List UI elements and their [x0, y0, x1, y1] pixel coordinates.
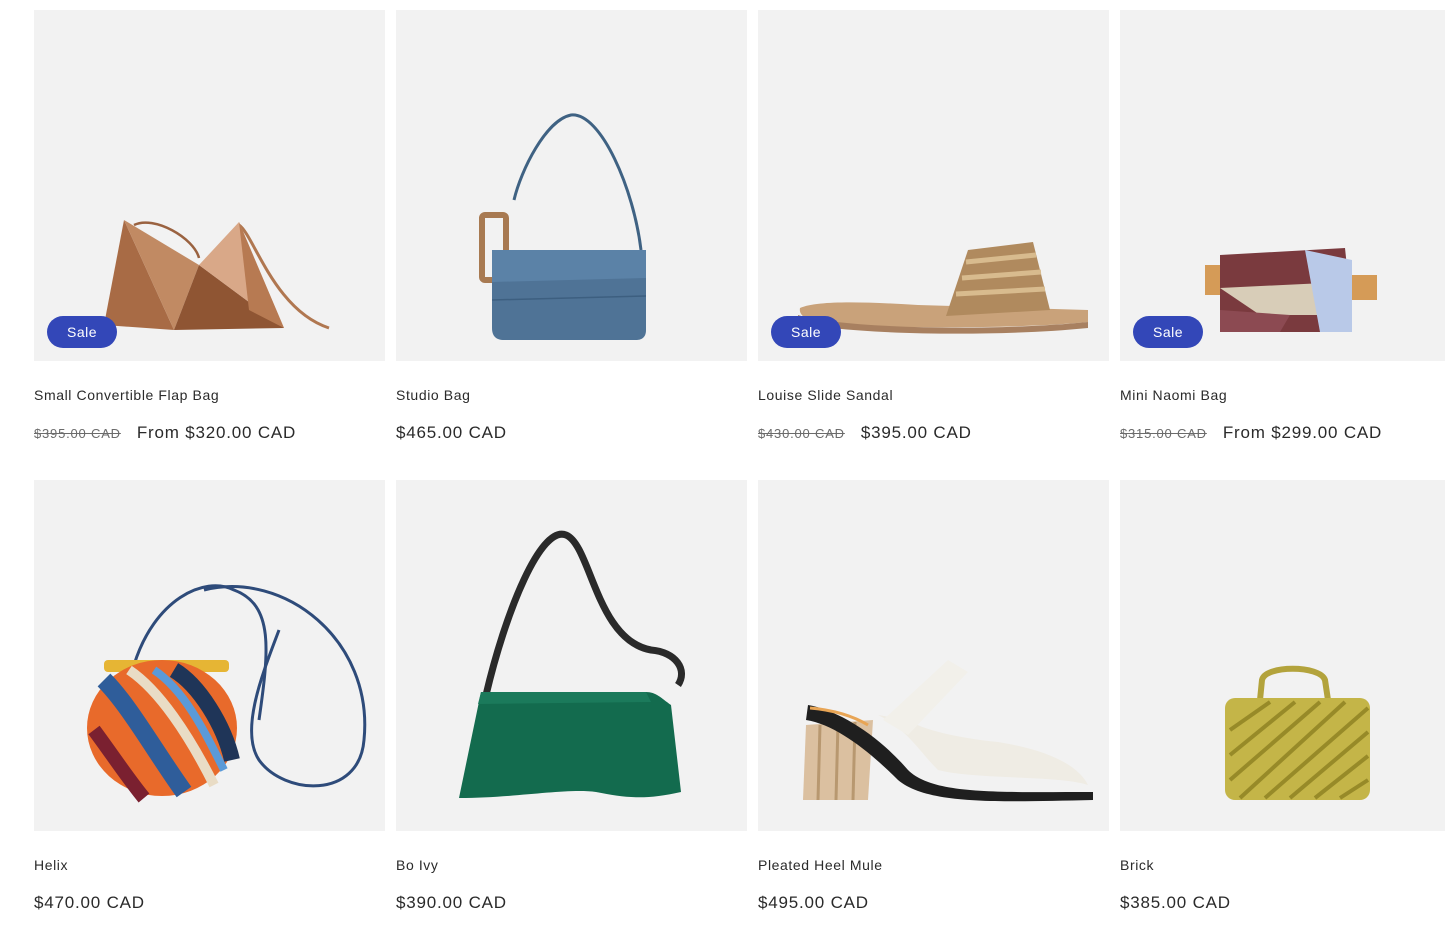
quilted-handbag-icon — [1225, 665, 1370, 800]
product-image[interactable]: Sale — [34, 10, 385, 361]
product-image[interactable] — [758, 480, 1109, 831]
product-price-row: $470.00 CAD — [34, 893, 385, 913]
compare-at-price: $395.00 CAD — [34, 426, 121, 441]
sale-badge: Sale — [47, 316, 117, 348]
product-image[interactable] — [1120, 480, 1445, 831]
product-price-row: $390.00 CAD — [396, 893, 747, 913]
product-card[interactable]: Pleated Heel Mule $495.00 CAD — [758, 480, 1109, 950]
product-card[interactable]: Studio Bag $465.00 CAD — [396, 10, 747, 480]
product-price-row: $395.00 CAD From $320.00 CAD — [34, 423, 385, 443]
regular-price: $390.00 CAD — [396, 893, 507, 912]
product-image[interactable] — [396, 10, 747, 361]
product-title[interactable]: Small Convertible Flap Bag — [34, 387, 385, 405]
regular-price: $465.00 CAD — [396, 423, 507, 442]
product-title[interactable]: Mini Naomi Bag — [1120, 387, 1445, 405]
regular-price: $385.00 CAD — [1120, 893, 1231, 912]
product-title[interactable]: Helix — [34, 857, 385, 875]
product-price-row: $495.00 CAD — [758, 893, 1109, 913]
product-card[interactable]: Helix $470.00 CAD — [34, 480, 385, 950]
product-image[interactable]: Sale — [758, 10, 1109, 361]
slide-sandal-icon — [798, 242, 1088, 334]
product-image[interactable] — [34, 480, 385, 831]
colorblock-belt-bag-icon — [1205, 248, 1377, 332]
product-title[interactable]: Bo Ivy — [396, 857, 747, 875]
product-price-row: $430.00 CAD $395.00 CAD — [758, 423, 1109, 443]
striped-round-bag-icon — [87, 584, 367, 803]
regular-price: $495.00 CAD — [758, 893, 869, 912]
product-title[interactable]: Studio Bag — [396, 387, 747, 405]
product-card[interactable]: Sale Small Convertible Flap Bag $395.00 … — [34, 10, 385, 480]
sale-badge: Sale — [1133, 316, 1203, 348]
product-price-row: $385.00 CAD — [1120, 893, 1445, 913]
product-image[interactable]: Sale — [1120, 10, 1445, 361]
origami-triangle-bag-icon — [104, 220, 330, 330]
product-card[interactable]: Bo Ivy $390.00 CAD — [396, 480, 747, 950]
pleated-heel-mule-icon — [803, 660, 1093, 802]
sale-badge: Sale — [771, 316, 841, 348]
product-price-row: $465.00 CAD — [396, 423, 747, 443]
product-grid: Sale Small Convertible Flap Bag $395.00 … — [34, 10, 1445, 950]
sale-price: From $299.00 CAD — [1222, 423, 1383, 442]
product-price-row: $315.00 CAD From $299.00 CAD — [1120, 423, 1445, 443]
compare-at-price: $315.00 CAD — [1120, 426, 1207, 441]
product-image[interactable] — [396, 480, 747, 831]
product-title[interactable]: Pleated Heel Mule — [758, 857, 1109, 875]
regular-price: $470.00 CAD — [34, 893, 145, 912]
product-title[interactable]: Louise Slide Sandal — [758, 387, 1109, 405]
sale-price: $395.00 CAD — [860, 423, 972, 442]
compare-at-price: $430.00 CAD — [758, 426, 845, 441]
product-card[interactable]: Sale Louise Slide Sandal $430.00 CAD $395… — [758, 10, 1109, 480]
green-shoulder-bag-icon — [459, 530, 685, 798]
product-title[interactable]: Brick — [1120, 857, 1445, 875]
product-card[interactable]: Sale Mini Naomi Bag $315.00 CAD From $299… — [1120, 10, 1445, 480]
product-card[interactable]: Brick $385.00 CAD — [1120, 480, 1445, 950]
blue-shoulder-bag-icon — [479, 113, 647, 340]
sale-price: From $320.00 CAD — [136, 423, 297, 442]
